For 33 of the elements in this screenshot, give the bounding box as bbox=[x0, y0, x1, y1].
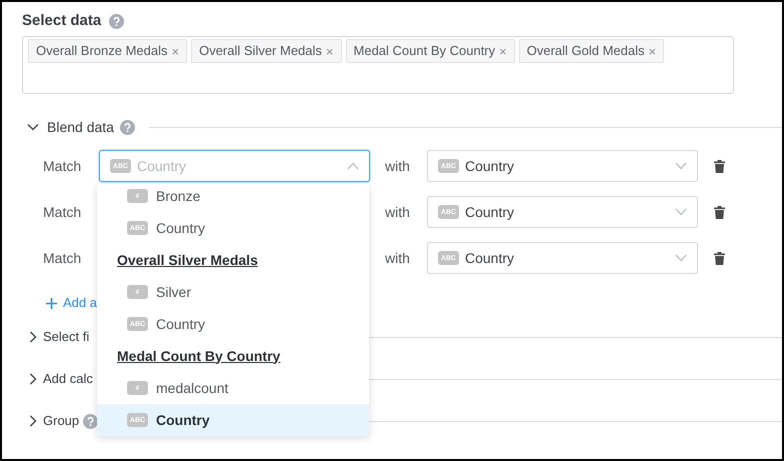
match-label: Match bbox=[43, 248, 82, 268]
chevron-down-icon[interactable] bbox=[27, 121, 39, 133]
group-heading: Overall Silver Medals bbox=[117, 250, 258, 270]
chevron-right-icon[interactable] bbox=[27, 373, 39, 385]
trash-icon[interactable] bbox=[714, 252, 725, 264]
with-label: with bbox=[384, 156, 411, 176]
caret-down-icon bbox=[675, 208, 687, 216]
trash-icon[interactable] bbox=[714, 160, 725, 172]
trash-icon[interactable] bbox=[714, 206, 725, 218]
field-value: Country bbox=[465, 248, 516, 268]
field-value: Country bbox=[465, 156, 516, 176]
section-title: Blend data bbox=[47, 118, 114, 136]
placeholder-text: Country bbox=[137, 156, 188, 176]
caret-down-icon bbox=[675, 254, 687, 262]
match-label: Match bbox=[43, 156, 82, 176]
caret-down-icon bbox=[675, 162, 687, 170]
section-title: Select fi bbox=[43, 328, 90, 346]
group-heading: Medal Count By Country bbox=[117, 346, 280, 366]
section-title: Group bbox=[43, 412, 80, 430]
field-value: Country bbox=[465, 202, 516, 222]
plus-icon[interactable] bbox=[46, 298, 57, 308]
with-label: with bbox=[384, 202, 411, 222]
tag-label: Overall Bronze Medals bbox=[36, 42, 168, 60]
tag-label: Overall Silver Medals bbox=[199, 42, 322, 60]
with-label: with bbox=[384, 248, 411, 268]
chevron-right-icon[interactable] bbox=[27, 331, 39, 343]
tag-label: Medal Count By Country bbox=[354, 42, 496, 60]
match-label: Match bbox=[43, 202, 82, 222]
section-title: Select data bbox=[22, 10, 102, 31]
caret-up-icon bbox=[347, 162, 359, 170]
tag-label: Overall Gold Medals bbox=[526, 42, 645, 60]
section-title: Add calc bbox=[43, 370, 93, 388]
chevron-right-icon[interactable] bbox=[27, 415, 39, 427]
